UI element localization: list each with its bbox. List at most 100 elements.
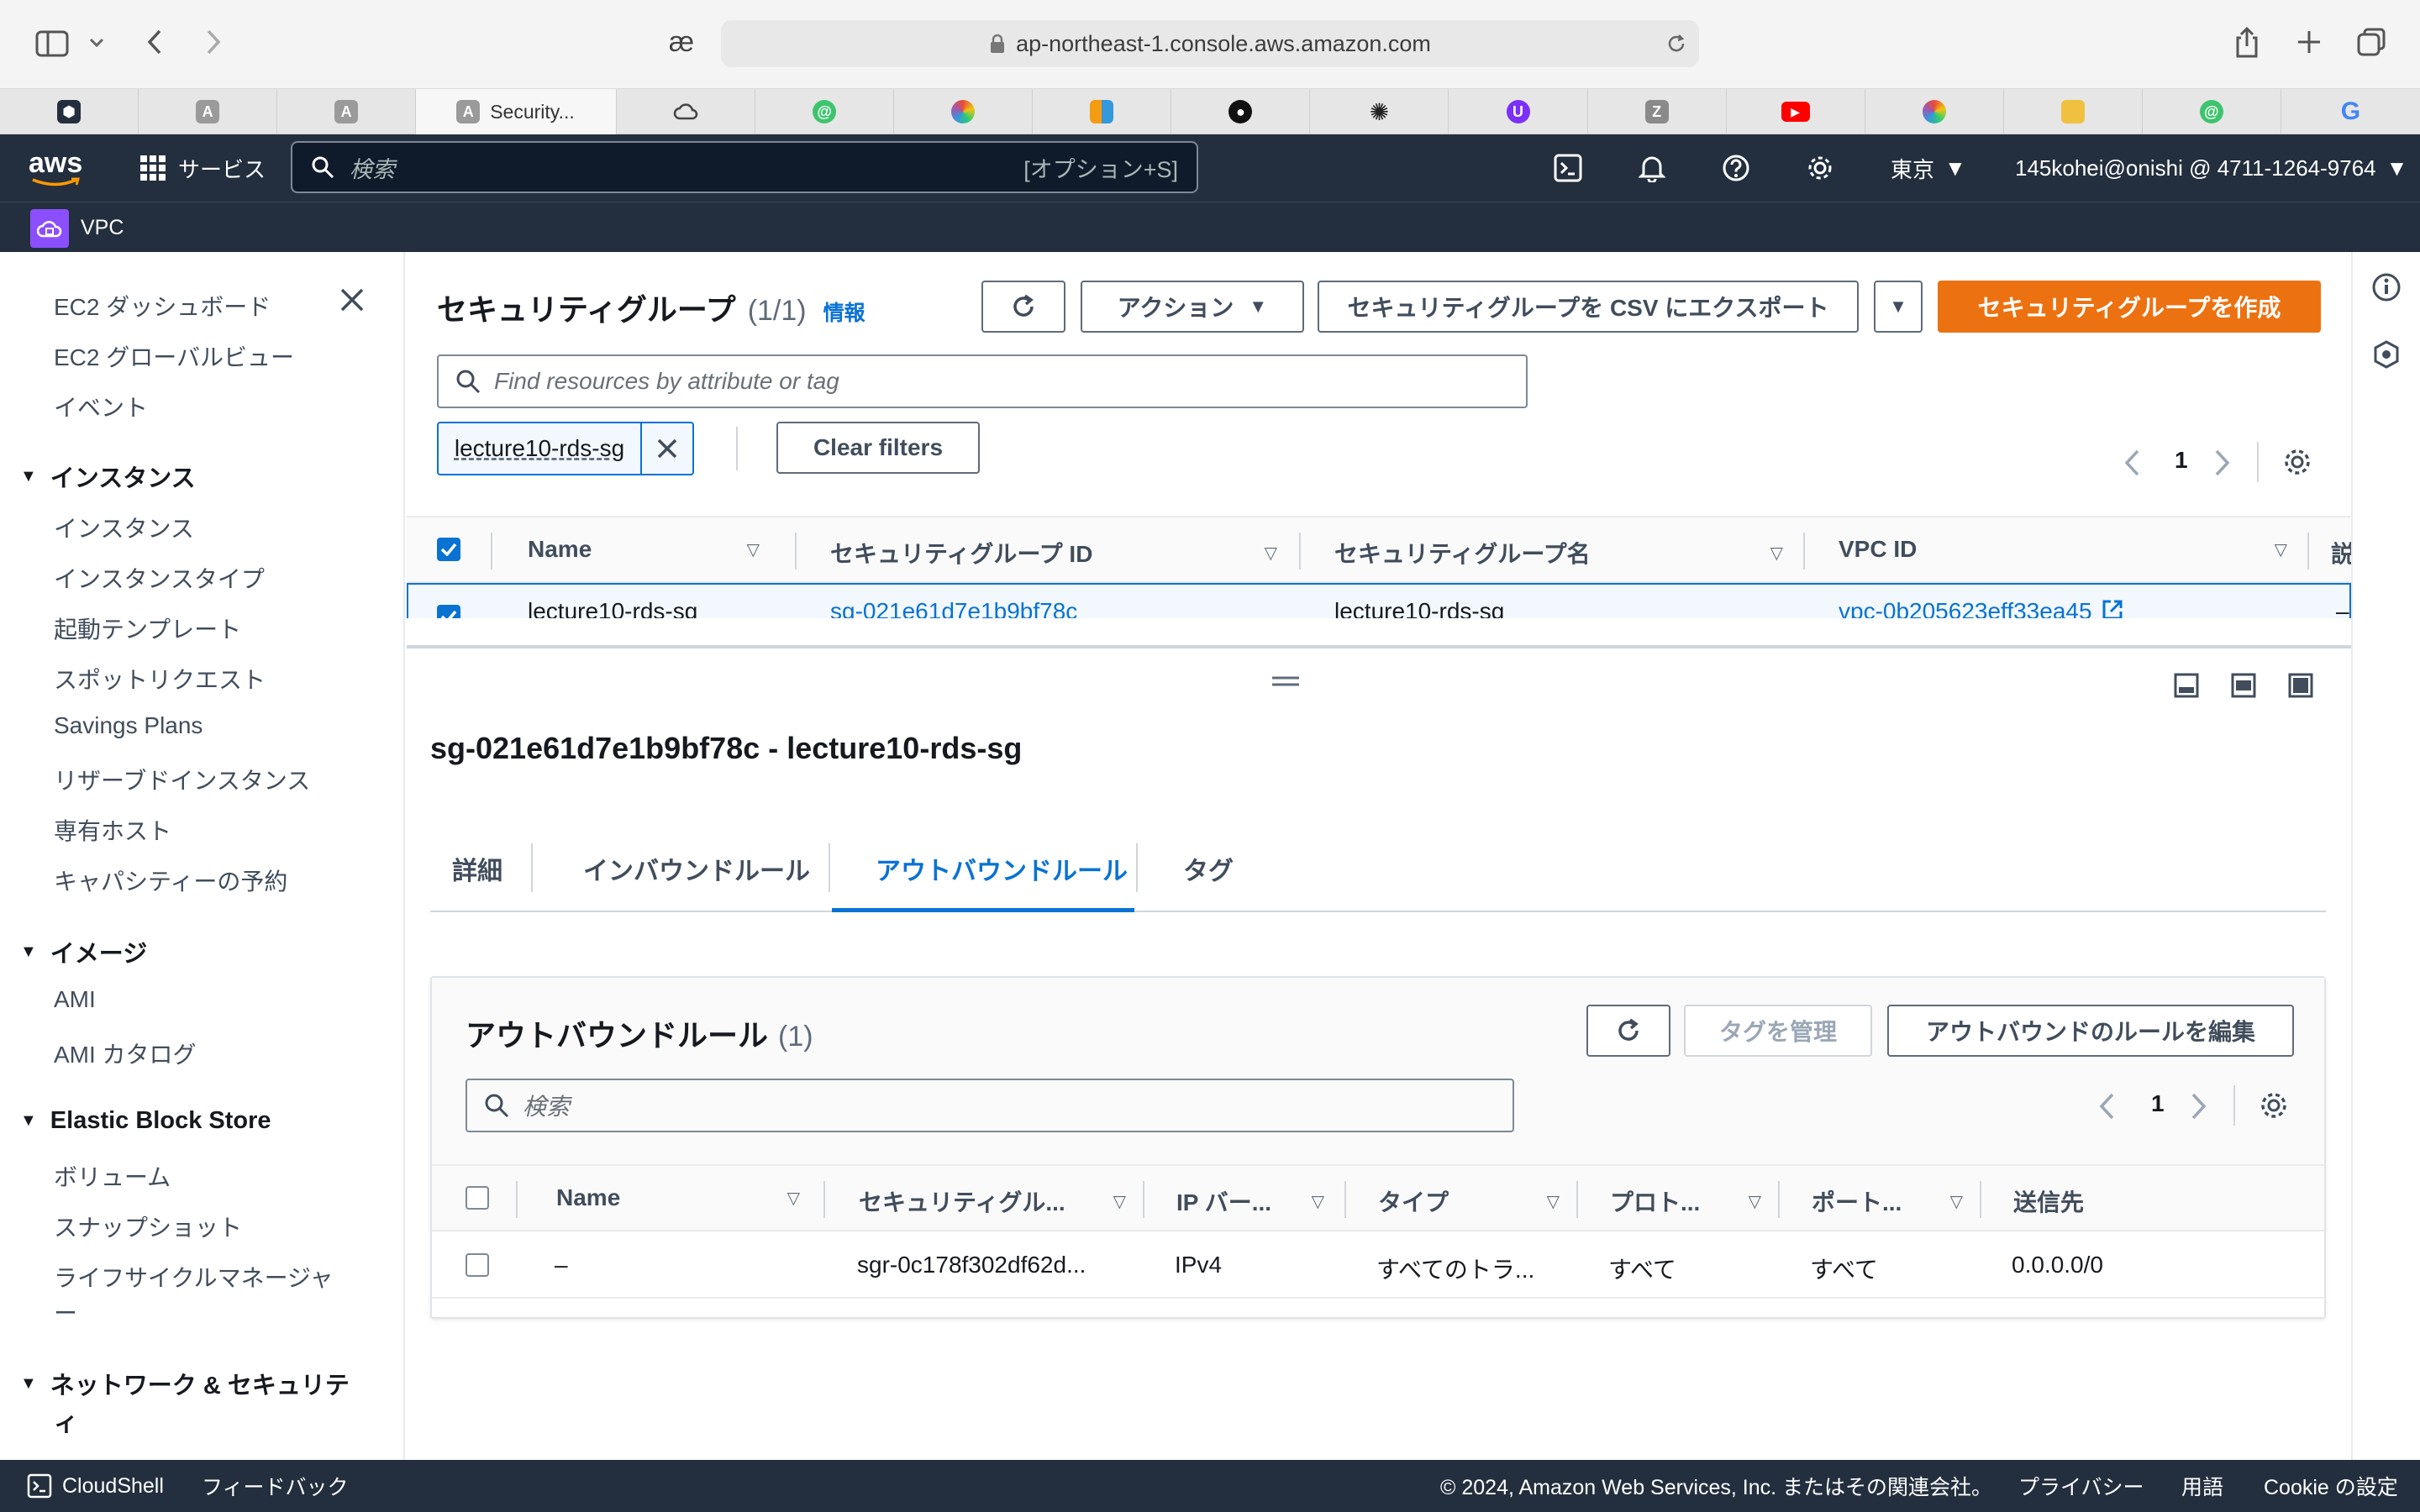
col-description[interactable]: 説 — [2331, 536, 2351, 570]
address-bar[interactable]: ap-northeast-1.console.aws.amazon.com — [721, 20, 1699, 67]
new-tab-icon[interactable] — [2292, 25, 2326, 59]
outbound-search-input[interactable]: 検索 — [466, 1079, 1514, 1132]
sidebar-item-savings-plans[interactable]: Savings Plans — [54, 712, 203, 739]
services-menu[interactable]: サービス — [139, 134, 266, 202]
create-sg-button[interactable]: セキュリティグループを作成 — [1938, 281, 2321, 333]
gear-icon[interactable] — [1803, 134, 1837, 202]
sidebar-section-instances[interactable]: ▼ インスタンス — [20, 459, 196, 494]
tab-tags[interactable]: タグ — [1183, 850, 1234, 887]
table-row[interactable]: – sgr-0c178f302df62d... IPv4 すべてのトラ... す… — [432, 1231, 2324, 1299]
split-side-icon[interactable] — [2230, 672, 2257, 699]
sidebar-toggle-icon[interactable] — [34, 27, 71, 60]
info-icon[interactable] — [2371, 272, 2402, 302]
tab-youtube[interactable]: ▶ — [1727, 89, 1865, 134]
col-vpc-id[interactable]: VPC ID ▽ — [1839, 536, 2287, 563]
col-name[interactable]: Name ▽ — [528, 536, 760, 563]
tab-details[interactable]: 詳細 — [452, 850, 502, 887]
extension-icon[interactable]: æ — [660, 25, 702, 59]
back-icon[interactable] — [139, 25, 170, 59]
sidebar-item-spot-requests[interactable]: スポットリクエスト — [54, 662, 266, 696]
actions-button[interactable]: アクション ▼ — [1081, 281, 1304, 333]
page-number[interactable]: 1 — [2175, 447, 2188, 474]
sidebar-item-events[interactable]: イベント — [54, 390, 148, 423]
split-bottom-icon[interactable] — [2173, 672, 2200, 699]
feedback-link[interactable]: フィードバック — [202, 1460, 349, 1512]
tab-a1[interactable]: A — [139, 89, 278, 134]
tab-grid[interactable] — [1033, 89, 1172, 134]
col-ip-version[interactable]: IP バー... ▽ — [1176, 1184, 1324, 1218]
edit-outbound-rules-button[interactable]: アウトバウンドのルールを編集 — [1887, 1005, 2294, 1057]
tab-outbound-rules[interactable]: アウトバウンドルール — [832, 837, 1134, 912]
vpc-service-icon[interactable] — [30, 209, 69, 248]
chevron-right-icon[interactable] — [2190, 1092, 2208, 1121]
select-all-checkbox[interactable] — [466, 1186, 489, 1210]
sidebar-item-ami-catalog[interactable]: AMI カタログ — [54, 1037, 197, 1070]
chevron-left-icon[interactable] — [2097, 1092, 2116, 1121]
sidebar-item-volumes[interactable]: ボリューム — [54, 1159, 171, 1193]
sidebar-section-images[interactable]: ▼ イメージ — [20, 934, 147, 969]
cookie-settings-link[interactable]: Cookie の設定 — [2264, 1460, 2398, 1512]
clear-filters-button[interactable]: Clear filters — [776, 422, 980, 474]
col-type[interactable]: タイプ ▽ — [1378, 1184, 1560, 1218]
sidebar-item-capacity-reservations[interactable]: キャパシティーの予約 — [54, 864, 287, 897]
tab-z[interactable]: Z — [1588, 89, 1727, 134]
filter-token-label[interactable]: lecture10-rds-sg — [439, 423, 642, 474]
chevron-left-icon[interactable] — [2123, 449, 2141, 477]
refresh-button[interactable] — [981, 281, 1065, 333]
tab-shield[interactable]: ⬢ — [0, 89, 139, 134]
export-dropdown-button[interactable]: ▼ — [1874, 281, 1923, 333]
col-protocol[interactable]: プロト... ▽ — [1610, 1184, 1761, 1218]
sidebar-item-snapshots[interactable]: スナップショット — [54, 1210, 242, 1243]
sg-table-row[interactable]: lecture10-rds-sg sg-021e61d7e1b9bf78c le… — [407, 583, 2351, 618]
tab-a2[interactable]: A — [277, 89, 417, 134]
forward-icon[interactable] — [198, 25, 229, 59]
sidebar-section-network-security[interactable]: ▼ ネットワーク & セキュリテ — [20, 1366, 350, 1401]
settings-gear-icon[interactable] — [2282, 447, 2312, 477]
sidebar-item-ec2-dashboard[interactable]: EC2 ダッシュボード — [54, 289, 271, 323]
split-full-icon[interactable] — [2287, 672, 2314, 699]
manage-tags-button[interactable]: タグを管理 — [1684, 1005, 1872, 1057]
export-csv-button[interactable]: セキュリティグループを CSV にエクスポート — [1318, 281, 1859, 333]
close-icon[interactable] — [642, 423, 692, 474]
terms-link[interactable]: 用語 — [2181, 1460, 2223, 1512]
tab-u[interactable]: U — [1449, 89, 1588, 134]
close-icon[interactable] — [339, 287, 365, 312]
row-checkbox[interactable] — [437, 605, 460, 618]
tab-pinwheel2[interactable] — [1865, 89, 2004, 134]
drag-handle-icon[interactable] — [1270, 675, 1301, 687]
privacy-link[interactable]: プライバシー — [2018, 1460, 2144, 1512]
info-link[interactable]: 情報 — [823, 297, 865, 327]
tab-google[interactable]: G — [2281, 89, 2420, 134]
chevron-down-icon[interactable] — [84, 30, 109, 55]
tab-green2[interactable]: @ — [2143, 89, 2281, 134]
sidebar-item-instances[interactable]: インスタンス — [54, 511, 194, 544]
tab-overview-icon[interactable] — [2354, 25, 2388, 59]
share-icon[interactable] — [2230, 24, 2264, 60]
select-all-checkbox[interactable] — [437, 538, 460, 561]
settings-gear-icon[interactable] — [2259, 1090, 2289, 1121]
cell-sg-id[interactable]: sg-021e61d7e1b9bf78c — [830, 598, 1077, 618]
global-search-input[interactable]: 検索 [オプション+S] — [291, 141, 1198, 193]
service-name[interactable]: VPC — [81, 202, 124, 253]
cloudshell-link[interactable]: CloudShell — [27, 1460, 164, 1512]
col-sg-name[interactable]: セキュリティグループ名 ▽ — [1334, 536, 1783, 570]
account-menu[interactable]: 145kohei@onishi @ 4711-1264-9764 ▼ — [2015, 134, 2407, 202]
help-icon[interactable] — [1719, 134, 1753, 202]
row-checkbox[interactable] — [466, 1253, 489, 1277]
col-rule-id[interactable]: セキュリティグル... ▽ — [859, 1184, 1126, 1218]
sidebar-item-lifecycle-manager[interactable]: ライフサイクルマネージャ — [54, 1260, 334, 1294]
page-number[interactable]: 1 — [2151, 1090, 2165, 1117]
refresh-button[interactable] — [1586, 1005, 1670, 1057]
tab-github[interactable]: ● — [1171, 89, 1311, 134]
tab-inbound-rules[interactable]: インバウンドルール — [583, 850, 810, 887]
cell-vpc-id[interactable]: vpc-0b205623eff33ea45 — [1839, 598, 2124, 618]
sidebar-item-ec2-global-view[interactable]: EC2 グローバルビュー — [54, 339, 294, 373]
col-sg-id[interactable]: セキュリティグループ ID ▽ — [830, 536, 1277, 570]
sidebar-item-instance-types[interactable]: インスタンスタイプ — [54, 561, 265, 595]
tab-cloud[interactable] — [617, 89, 756, 134]
col-name[interactable]: Name ▽ — [556, 1184, 800, 1211]
tab-green1[interactable]: @ — [755, 89, 895, 134]
tab-openai[interactable]: ✺ — [1310, 89, 1449, 134]
filter-input[interactable]: Find resources by attribute or tag — [437, 354, 1528, 408]
sidebar-section-ebs[interactable]: ▼ Elastic Block Store — [20, 1107, 271, 1135]
